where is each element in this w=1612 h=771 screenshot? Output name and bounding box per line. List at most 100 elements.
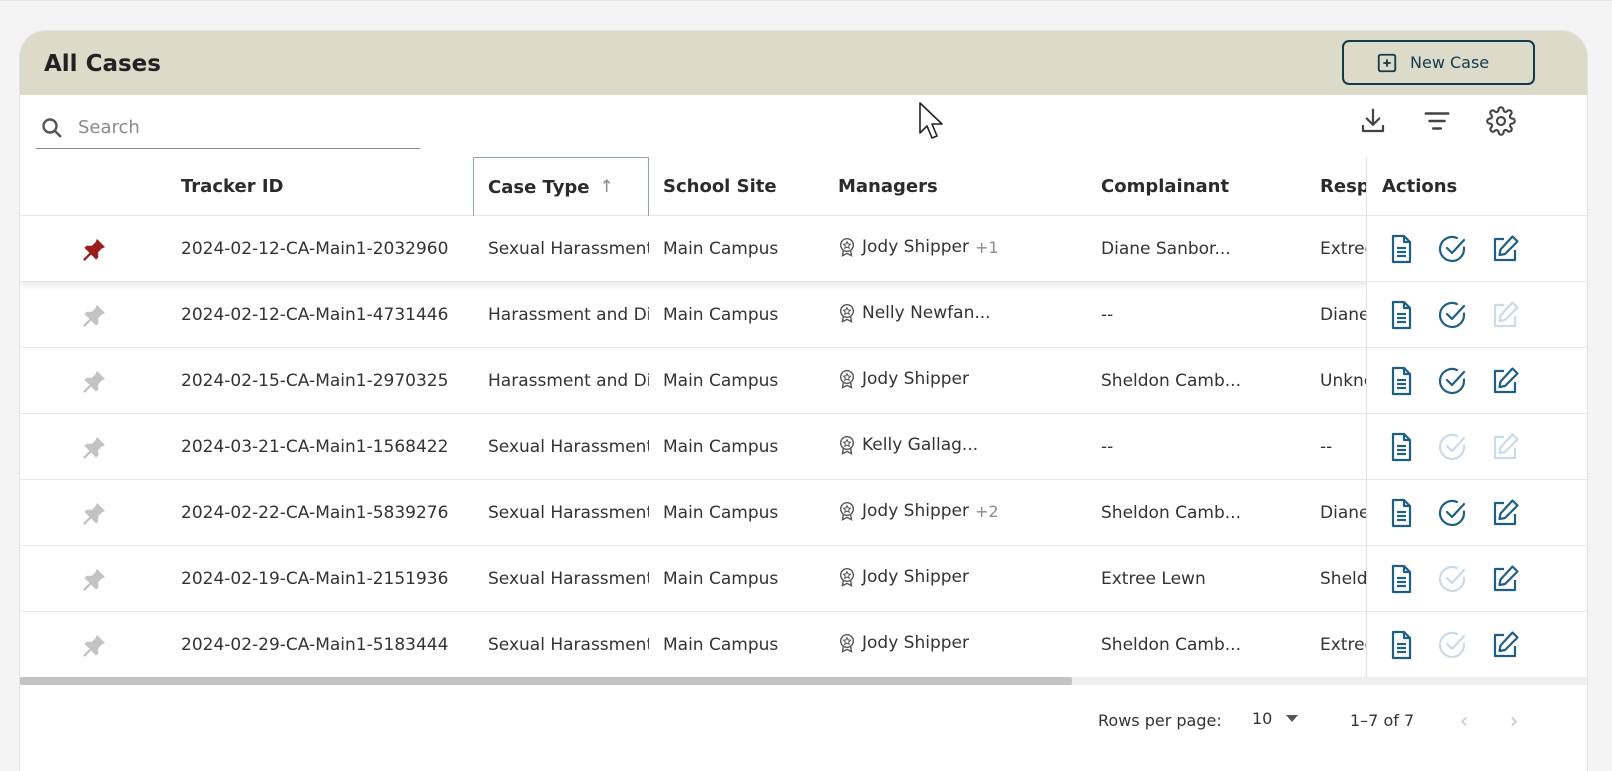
- actions-row: [1367, 348, 1587, 414]
- cell-tracker-id: 2024-03-21-CA-Main1-1568422: [181, 437, 449, 457]
- table-header: Tracker ID Case Type ↑ School Site Manag…: [20, 157, 1587, 216]
- check-circle-icon: [1436, 631, 1468, 665]
- table-row[interactable]: 2024-02-29-CA-Main1-5183444 Sexual Harass…: [20, 612, 1587, 678]
- column-managers[interactable]: Managers: [838, 157, 938, 216]
- cell-managers: Kelly Gallag...: [838, 412, 1088, 478]
- edit-button[interactable]: [1489, 497, 1521, 529]
- cell-tracker-id: 2024-02-15-CA-Main1-2970325: [181, 371, 449, 391]
- pin-icon[interactable]: [80, 302, 108, 330]
- resolve-button[interactable]: [1436, 299, 1468, 331]
- cell-managers: Nelly Newfan...: [838, 280, 1088, 346]
- rows-per-page-value: 10: [1252, 709, 1273, 728]
- next-page-button[interactable]: ›: [1502, 709, 1526, 734]
- column-tracker-id[interactable]: Tracker ID: [181, 157, 283, 216]
- cell-complainant: Extree Lewn: [1101, 569, 1206, 589]
- filter-button[interactable]: [1420, 104, 1454, 138]
- cell-case-type: Sexual Harassment: [488, 569, 649, 589]
- actions-row: [1367, 480, 1587, 546]
- check-circle-icon: [1436, 499, 1468, 533]
- award-icon: [838, 435, 856, 455]
- settings-button[interactable]: [1484, 104, 1518, 138]
- search-input[interactable]: [78, 117, 398, 138]
- previous-page-button[interactable]: ‹: [1452, 709, 1476, 734]
- cell-tracker-id: 2024-02-12-CA-Main1-4731446: [181, 305, 449, 325]
- rows-per-page-label: Rows per page:: [1098, 711, 1222, 730]
- table-row[interactable]: 2024-02-22-CA-Main1-5839276 Sexual Harass…: [20, 480, 1587, 546]
- edit-icon: [1489, 433, 1521, 467]
- edit-icon: [1489, 499, 1521, 533]
- edit-icon: [1489, 565, 1521, 599]
- pin-icon[interactable]: [80, 368, 108, 396]
- cell-managers: Jody Shipper +1: [838, 214, 1088, 280]
- pin-icon[interactable]: [80, 566, 108, 594]
- edit-button[interactable]: [1489, 233, 1521, 265]
- column-actions: Actions: [1367, 157, 1587, 216]
- column-complainant[interactable]: Complainant: [1101, 157, 1229, 216]
- new-case-button[interactable]: New Case: [1342, 40, 1535, 85]
- view-document-button[interactable]: [1385, 563, 1417, 595]
- edit-icon: [1489, 301, 1521, 335]
- award-icon: [838, 303, 856, 323]
- search-bar: [36, 107, 420, 149]
- cases-card: All Cases New Case Tracker ID Case Type …: [20, 31, 1587, 771]
- column-case-type[interactable]: Case Type ↑: [473, 157, 649, 216]
- view-document-button[interactable]: [1385, 233, 1417, 265]
- table-row[interactable]: 2024-02-12-CA-Main1-2032960 Sexual Harass…: [20, 216, 1587, 282]
- pin-icon[interactable]: [80, 632, 108, 660]
- horizontal-scrollbar[interactable]: [20, 677, 1587, 685]
- resolve-button[interactable]: [1436, 233, 1468, 265]
- column-respondent[interactable]: Resp: [1320, 157, 1370, 216]
- resolve-button[interactable]: [1436, 497, 1468, 529]
- view-document-button[interactable]: [1385, 431, 1417, 463]
- manager-name: Jody Shipper: [862, 633, 969, 653]
- manager-name: Jody Shipper: [862, 567, 969, 587]
- document-icon: [1385, 432, 1417, 467]
- edit-button[interactable]: [1489, 629, 1521, 661]
- award-icon: [838, 237, 856, 257]
- page-title: All Cases: [44, 51, 161, 77]
- check-circle-icon: [1436, 565, 1468, 599]
- cell-managers: Jody Shipper +2: [838, 478, 1088, 544]
- view-document-button[interactable]: [1385, 629, 1417, 661]
- cell-tracker-id: 2024-02-22-CA-Main1-5839276: [181, 503, 449, 523]
- actions-row: [1367, 414, 1587, 480]
- pin-icon[interactable]: [80, 434, 108, 462]
- pagination-range: 1–7 of 7: [1350, 711, 1415, 730]
- table-row[interactable]: 2024-02-19-CA-Main1-2151936 Sexual Harass…: [20, 546, 1587, 612]
- view-document-button[interactable]: [1385, 299, 1417, 331]
- document-icon: [1385, 234, 1417, 269]
- check-circle-icon: [1436, 433, 1468, 467]
- view-document-button[interactable]: [1385, 365, 1417, 397]
- rows-per-page-select[interactable]: 10: [1252, 709, 1299, 728]
- manager-name: Jody Shipper: [862, 369, 969, 389]
- plus-square-icon: [1377, 53, 1397, 72]
- cell-case-type: Harassment and Dis: [488, 305, 649, 325]
- search-icon: [42, 117, 62, 138]
- view-document-button[interactable]: [1385, 497, 1417, 529]
- table-row[interactable]: 2024-03-21-CA-Main1-1568422 Sexual Harass…: [20, 414, 1587, 480]
- manager-name: Kelly Gallag...: [862, 435, 979, 455]
- manager-name: Nelly Newfan...: [862, 303, 991, 323]
- edit-button[interactable]: [1489, 563, 1521, 595]
- resolve-button[interactable]: [1436, 365, 1468, 397]
- edit-button: [1489, 299, 1521, 331]
- cell-case-type: Harassment and Dis: [488, 371, 649, 391]
- actions-row: [1367, 216, 1587, 282]
- pinned-icon[interactable]: [80, 236, 108, 264]
- column-school-site[interactable]: School Site: [663, 157, 777, 216]
- horizontal-scrollbar-thumb[interactable]: [20, 677, 1072, 685]
- edit-button[interactable]: [1489, 365, 1521, 397]
- pin-icon[interactable]: [80, 500, 108, 528]
- actions-row: [1367, 546, 1587, 612]
- download-button[interactable]: [1356, 104, 1390, 138]
- document-icon: [1385, 300, 1417, 335]
- cell-case-type: Sexual Harassment: [488, 503, 649, 523]
- award-icon: [838, 501, 856, 521]
- check-circle-icon: [1436, 235, 1468, 269]
- cell-school-site: Main Campus: [663, 503, 779, 523]
- resolve-button: [1436, 431, 1468, 463]
- check-circle-icon: [1436, 301, 1468, 335]
- table-row[interactable]: 2024-02-12-CA-Main1-4731446 Harassment an…: [20, 282, 1587, 348]
- table-row[interactable]: 2024-02-15-CA-Main1-2970325 Harassment an…: [20, 348, 1587, 414]
- resolve-button: [1436, 629, 1468, 661]
